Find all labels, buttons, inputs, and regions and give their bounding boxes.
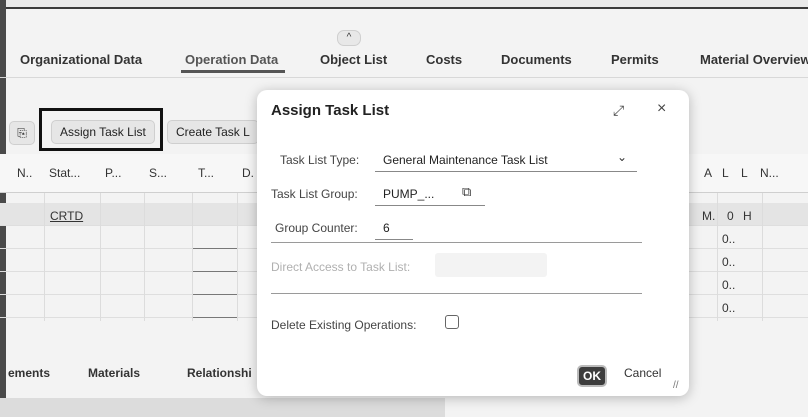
task-list-type-value: General Maintenance Task List	[383, 153, 548, 167]
value-help-icon[interactable]: ⧉	[462, 184, 471, 200]
bottom-section-bar	[0, 398, 445, 417]
column-header-number[interactable]: N..	[17, 166, 32, 180]
tab-object-list[interactable]: Object List	[320, 52, 387, 67]
status-cell[interactable]: CRTD	[50, 209, 83, 223]
tabs-divider	[0, 77, 808, 78]
copy-icon[interactable]: ⎘	[9, 121, 35, 145]
cell-input-line	[193, 271, 237, 272]
tab-relationships[interactable]: Relationshi	[187, 366, 252, 380]
window-frame-line	[0, 7, 808, 9]
cell-input-line	[193, 294, 237, 295]
ok-button[interactable]: OK	[577, 365, 607, 387]
dialog-title: Assign Task List	[271, 102, 390, 119]
column-header-t[interactable]: T...	[198, 166, 214, 180]
task-list-group-value: PUMP_...	[383, 187, 435, 201]
tab-operation-data[interactable]: Operation Data	[185, 52, 278, 67]
assign-task-list-dialog: Assign Task List ⤢ × Task List Type: Gen…	[257, 90, 689, 396]
create-task-list-button[interactable]: Create Task L	[167, 120, 259, 144]
task-list-group-label: Task List Group:	[271, 187, 358, 201]
dialog-divider	[271, 242, 642, 243]
delete-operations-checkbox[interactable]	[445, 315, 459, 329]
cell-input-line	[193, 317, 237, 318]
group-counter-input[interactable]	[375, 215, 413, 240]
tab-documents[interactable]: Documents	[501, 52, 572, 67]
task-list-type-label: Task List Type:	[280, 153, 360, 167]
column-header-l1[interactable]: L	[722, 166, 729, 180]
column-header-s[interactable]: S...	[149, 166, 167, 180]
cancel-button[interactable]: Cancel	[624, 366, 661, 380]
window-frame-top	[0, 0, 808, 7]
resize-handle-icon[interactable]: //	[673, 380, 679, 391]
delete-operations-label: Delete Existing Operations:	[271, 318, 417, 332]
table-cell: 0	[727, 209, 734, 223]
tab-organizational-data[interactable]: Organizational Data	[20, 52, 142, 67]
column-divider	[100, 193, 101, 321]
tab-elements[interactable]: ements	[8, 366, 50, 380]
column-header-a[interactable]: A	[704, 166, 712, 180]
column-header-d[interactable]: D.	[242, 166, 254, 180]
table-cell: 0..	[722, 278, 736, 292]
cell-input-line	[193, 248, 237, 249]
table-cell: M.	[702, 209, 716, 223]
column-divider	[192, 193, 193, 321]
close-icon[interactable]: ×	[657, 100, 666, 118]
group-counter-value: 6	[383, 221, 390, 235]
tab-material-overview[interactable]: Material Overview	[700, 52, 808, 67]
column-divider	[144, 193, 145, 321]
dialog-divider	[271, 293, 642, 294]
column-header-p[interactable]: P...	[105, 166, 121, 180]
column-divider	[44, 193, 45, 321]
table-cell: H	[743, 209, 752, 223]
table-cell: 0..	[722, 255, 736, 269]
highlight-annotation	[39, 108, 163, 151]
chevron-down-icon[interactable]: ⌄	[617, 150, 627, 164]
column-header-status[interactable]: Stat...	[49, 166, 80, 180]
column-header-n[interactable]: N...	[760, 166, 779, 180]
tab-costs[interactable]: Costs	[426, 52, 462, 67]
column-header-l2[interactable]: L	[741, 166, 748, 180]
column-divider	[237, 193, 238, 321]
column-divider	[762, 193, 763, 321]
table-cell: 0..	[722, 301, 736, 315]
active-tab-indicator	[181, 70, 285, 73]
object-tabs: Organizational Data Operation Data Objec…	[0, 44, 808, 74]
direct-access-input[interactable]	[435, 253, 547, 277]
expand-icon[interactable]: ⤢	[613, 102, 624, 119]
direct-access-label: Direct Access to Task List:	[271, 260, 411, 274]
tab-materials[interactable]: Materials	[88, 366, 140, 380]
table-cell: 0..	[722, 232, 736, 246]
column-divider	[717, 193, 718, 321]
group-counter-label: Group Counter:	[275, 221, 358, 235]
tab-permits[interactable]: Permits	[611, 52, 659, 67]
